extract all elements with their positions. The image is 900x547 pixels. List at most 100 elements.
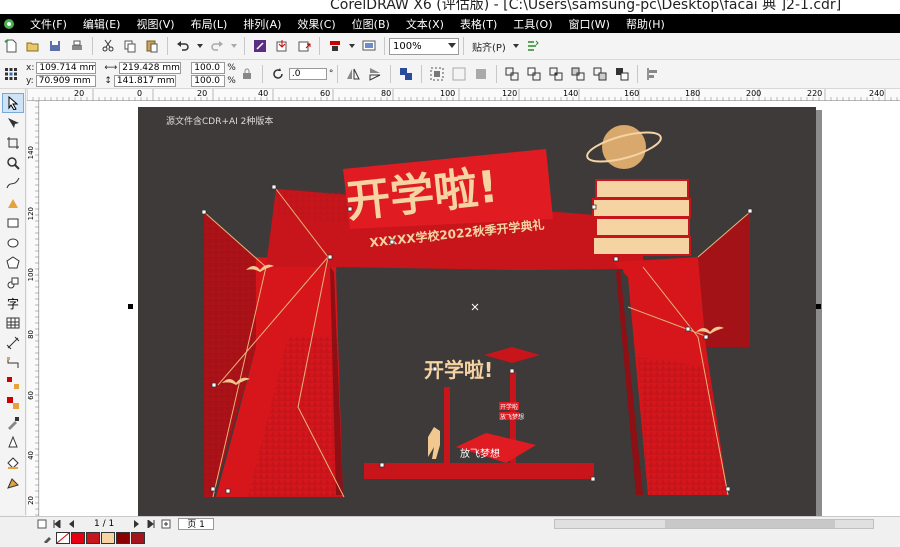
menu-view[interactable]: 视图(V) [128, 16, 182, 32]
menu-arrange[interactable]: 排列(A) [235, 16, 289, 32]
snap-to-button[interactable]: 贴齐(P) [472, 39, 506, 54]
launcher-dropdown-icon[interactable] [348, 37, 356, 55]
menu-text[interactable]: 文本(X) [398, 16, 452, 32]
eyedropper-tool-icon[interactable] [2, 413, 24, 433]
color-swatch[interactable] [131, 532, 145, 544]
app-icon[interactable] [2, 17, 16, 31]
connector-tool-icon[interactable] [2, 353, 24, 373]
intersect-icon[interactable] [547, 65, 565, 83]
smart-fill-tool-icon[interactable] [2, 193, 24, 213]
prev-page-icon[interactable] [66, 515, 76, 533]
open-icon[interactable] [24, 37, 42, 55]
mirror-vertical-icon[interactable] [366, 65, 384, 83]
drawing-workspace[interactable]: 开学啦! XXXXX学校2022秋季开学典礼 源文件含CDR+AI 2种版本 开… [40, 101, 900, 516]
book-stack[interactable] [592, 179, 691, 256]
trim-icon[interactable] [525, 65, 543, 83]
zoom-level-select[interactable]: 100% [389, 37, 459, 55]
no-color-swatch[interactable] [56, 532, 70, 544]
crop-tool-icon[interactable] [2, 133, 24, 153]
weld-icon[interactable] [503, 65, 521, 83]
shape-tool-icon[interactable] [2, 113, 24, 133]
page-tab[interactable]: 页 1 [178, 517, 214, 530]
export-icon[interactable] [295, 37, 313, 55]
redo-icon[interactable] [208, 37, 226, 55]
zoom-tool-icon[interactable] [2, 153, 24, 173]
rotation-angle-input[interactable]: .0 [288, 68, 327, 80]
copy-icon[interactable] [121, 37, 139, 55]
selection-handle-right[interactable] [816, 304, 821, 309]
freehand-tool-icon[interactable] [2, 173, 24, 193]
menu-window[interactable]: 窗口(W) [561, 16, 618, 32]
search-content-icon[interactable] [251, 37, 269, 55]
menu-help[interactable]: 帮助(H) [618, 16, 673, 32]
y-position-input[interactable]: 70.909 mm [35, 74, 96, 87]
front-minus-back-icon[interactable] [591, 65, 609, 83]
next-page-icon[interactable] [132, 515, 142, 533]
right-wing[interactable] [698, 212, 750, 347]
stage-platform[interactable] [364, 463, 594, 479]
height-input[interactable]: 141.817 mm [113, 74, 176, 87]
menu-layout[interactable]: 布局(L) [183, 16, 236, 32]
welcome-screen-icon[interactable] [360, 37, 378, 55]
ungroup-all-icon[interactable] [450, 65, 468, 83]
group-icon[interactable] [397, 65, 415, 83]
add-page-icon[interactable] [160, 515, 172, 533]
separator [637, 65, 639, 83]
last-page-icon[interactable] [146, 515, 156, 533]
interactive-fill-tool-icon[interactable] [2, 473, 24, 493]
menu-tools[interactable]: 工具(O) [505, 16, 560, 32]
horizontal-ruler[interactable]: 20 0 20 40 60 80 100 120 140 160 180 200… [27, 89, 900, 101]
fill-tool-icon[interactable] [2, 453, 24, 473]
save-icon[interactable] [46, 37, 64, 55]
color-swatch[interactable] [71, 532, 85, 544]
menu-bitmaps[interactable]: 位图(B) [344, 16, 398, 32]
page-canvas[interactable]: 开学啦! XXXXX学校2022秋季开学典礼 源文件含CDR+AI 2种版本 开… [138, 107, 816, 516]
color-swatch[interactable] [116, 532, 130, 544]
redo-dropdown-icon[interactable] [230, 37, 238, 55]
outline-pen-tool-icon[interactable] [2, 433, 24, 453]
scale-y-input[interactable]: 100.0 [191, 74, 226, 87]
new-icon[interactable] [2, 37, 20, 55]
x-position-input[interactable]: 109.714 mm [36, 61, 97, 74]
text-tool-icon[interactable]: 字 [2, 293, 24, 313]
application-launcher-icon[interactable] [326, 37, 344, 55]
menu-file[interactable]: 文件(F) [22, 16, 75, 32]
menu-effects[interactable]: 效果(C) [289, 16, 343, 32]
back-minus-front-icon[interactable] [613, 65, 631, 83]
object-origin-icon[interactable] [2, 65, 20, 83]
paste-icon[interactable] [143, 37, 161, 55]
transparency-tool-icon[interactable] [2, 393, 24, 413]
menu-table[interactable]: 表格(T) [452, 16, 505, 32]
undo-icon[interactable] [174, 37, 192, 55]
import-icon[interactable] [273, 37, 291, 55]
width-input[interactable]: 219.428 mm [119, 61, 182, 74]
menu-edit[interactable]: 编辑(E) [75, 16, 129, 32]
combine-icon[interactable] [472, 65, 490, 83]
scroll-thumb[interactable] [664, 519, 835, 528]
cut-icon[interactable] [99, 37, 117, 55]
selection-handle-left[interactable] [128, 304, 133, 309]
horizontal-scrollbar[interactable] [553, 518, 874, 529]
blend-tool-icon[interactable] [2, 373, 24, 393]
color-swatch[interactable] [86, 532, 100, 544]
undo-dropdown-icon[interactable] [196, 37, 204, 55]
table-tool-icon[interactable] [2, 313, 24, 333]
lock-ratio-icon[interactable] [238, 65, 256, 83]
vertical-ruler[interactable]: 140 120 100 80 60 40 20 [27, 101, 39, 516]
basic-shapes-tool-icon[interactable] [2, 273, 24, 293]
simplify-icon[interactable] [569, 65, 587, 83]
palette-eyedropper-icon[interactable] [42, 529, 54, 547]
ungroup-icon[interactable] [428, 65, 446, 83]
options-icon[interactable] [524, 37, 542, 55]
color-swatch[interactable] [101, 532, 115, 544]
print-icon[interactable] [68, 37, 86, 55]
align-distribute-icon[interactable] [644, 65, 662, 83]
ellipse-tool-icon[interactable] [2, 233, 24, 253]
snap-dropdown-icon[interactable] [512, 37, 520, 55]
polygon-tool-icon[interactable] [2, 253, 24, 273]
rectangle-tool-icon[interactable] [2, 213, 24, 233]
scale-x-input[interactable]: 100.0 [191, 61, 226, 74]
mirror-horizontal-icon[interactable] [344, 65, 362, 83]
pick-tool-icon[interactable] [2, 93, 24, 113]
dimension-tool-icon[interactable] [2, 333, 24, 353]
